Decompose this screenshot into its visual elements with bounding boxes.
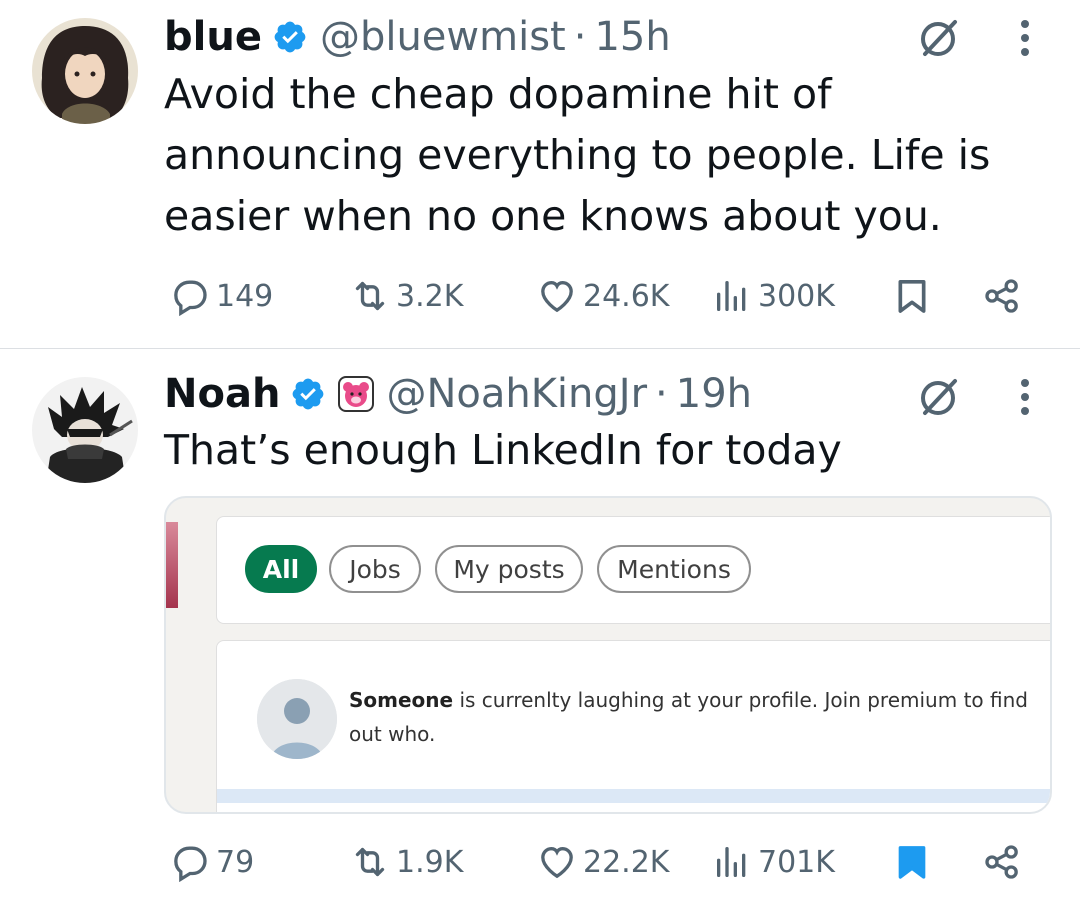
- views-button[interactable]: 701K: [712, 834, 835, 890]
- filter-pill-all[interactable]: All: [245, 545, 317, 593]
- like-button[interactable]: 22.2K: [537, 834, 669, 890]
- views-count: 701K: [758, 844, 835, 880]
- timestamp[interactable]: 19h: [676, 371, 752, 417]
- tweet-media-image[interactable]: All Jobs My posts Mentions Someone is cu…: [164, 496, 1052, 814]
- grok-icon[interactable]: [915, 14, 963, 62]
- next-notification-edge: [217, 789, 1050, 803]
- views-count: 300K: [758, 278, 835, 314]
- views-button[interactable]: 300K: [712, 268, 835, 324]
- share-button[interactable]: [982, 268, 1022, 324]
- notification-card: Someone is currenlty laughing at your pr…: [216, 640, 1050, 812]
- tweet-text-line: announcing everything to people. Life is: [164, 131, 991, 179]
- verified-badge-icon[interactable]: [290, 376, 326, 412]
- bear-emoji-badge-icon[interactable]: [338, 376, 375, 412]
- share-icon: [985, 845, 1018, 879]
- decorative-edge: [166, 522, 178, 608]
- like-count: 24.6K: [583, 278, 670, 314]
- bookmark-filled-icon: [898, 846, 926, 879]
- action-bar: 149 3.2K 24.6K 300K: [0, 268, 1080, 324]
- separator-dot: ·: [655, 371, 668, 417]
- timestamp[interactable]: 15h: [594, 14, 670, 60]
- like-button[interactable]: 24.6K: [537, 268, 669, 324]
- repost-button[interactable]: 3.2K: [350, 268, 463, 324]
- more-options-icon[interactable]: [1018, 18, 1032, 58]
- notification-body-line2: out who.: [349, 722, 436, 746]
- repost-icon: [355, 281, 385, 311]
- anonymous-avatar-icon: [257, 679, 337, 759]
- notification-subject: Someone: [349, 688, 454, 712]
- display-name[interactable]: blue: [164, 14, 262, 60]
- share-icon: [985, 279, 1018, 313]
- reply-icon: [174, 846, 207, 882]
- heart-icon: [541, 280, 573, 313]
- display-name[interactable]: Noah: [164, 371, 280, 417]
- repost-count: 3.2K: [396, 278, 464, 314]
- tweet[interactable]: Noah @NoahKingJr · 19h That’s enough Lin…: [0, 350, 1080, 905]
- repost-button[interactable]: 1.9K: [350, 834, 463, 890]
- separator-dot: ·: [573, 14, 587, 60]
- tweet-header: Noah @NoahKingJr · 19h: [164, 369, 752, 419]
- bookmark-icon: [898, 280, 926, 313]
- notification-text: Someone is currenlty laughing at your pr…: [349, 683, 1049, 751]
- reply-button[interactable]: 149: [170, 268, 273, 324]
- filter-pill-jobs[interactable]: Jobs: [329, 545, 421, 593]
- tweet-text: That’s enough LinkedIn for today: [164, 420, 1044, 481]
- avatar[interactable]: [32, 377, 138, 483]
- action-bar: 79 1.9K 22.2K 701K: [0, 834, 1080, 890]
- views-chart-icon: [717, 281, 746, 311]
- tweet-divider: [0, 348, 1080, 349]
- user-handle[interactable]: @bluewmist: [320, 14, 566, 60]
- grok-icon[interactable]: [915, 373, 963, 421]
- bookmark-button[interactable]: [892, 268, 932, 324]
- tweet-text-line: That’s enough LinkedIn for today: [164, 426, 842, 474]
- reply-icon: [174, 280, 207, 316]
- tweet-text-line: easier when no one knows about you.: [164, 192, 942, 240]
- reply-button[interactable]: 79: [170, 834, 254, 890]
- filter-card: All Jobs My posts Mentions: [216, 516, 1050, 624]
- reply-count: 79: [216, 844, 255, 880]
- like-count: 22.2K: [583, 844, 670, 880]
- views-chart-icon: [717, 847, 746, 877]
- avatar[interactable]: [32, 18, 138, 124]
- user-handle[interactable]: @NoahKingJr: [386, 371, 647, 417]
- repost-icon: [355, 847, 385, 877]
- bookmark-button[interactable]: [892, 834, 932, 890]
- tweet-text: Avoid the cheap dopamine hit of announci…: [164, 64, 1044, 247]
- repost-count: 1.9K: [396, 844, 464, 880]
- filter-pill-my-posts[interactable]: My posts: [435, 545, 583, 593]
- tweet[interactable]: blue @bluewmist · 15h Avoid the cheap do…: [0, 0, 1080, 348]
- share-button[interactable]: [982, 834, 1022, 890]
- verified-badge-icon[interactable]: [272, 19, 308, 55]
- tweet-text-line: Avoid the cheap dopamine hit of: [164, 70, 832, 118]
- tweet-header: blue @bluewmist · 15h: [164, 12, 671, 62]
- heart-icon: [541, 846, 573, 879]
- more-options-icon[interactable]: [1018, 377, 1032, 417]
- notification-body: is currenlty laughing at your profile. J…: [453, 688, 1028, 712]
- filter-pill-mentions[interactable]: Mentions: [597, 545, 751, 593]
- reply-count: 149: [216, 278, 274, 314]
